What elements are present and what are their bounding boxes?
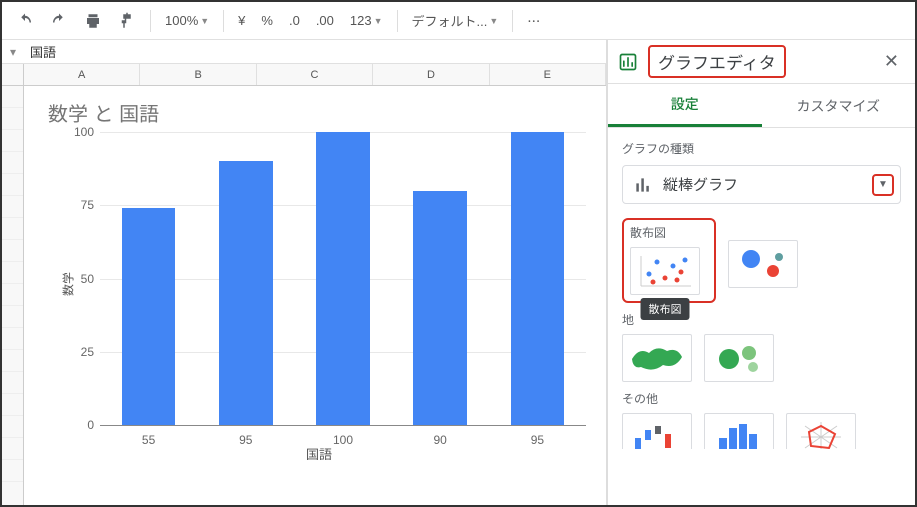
bar[interactable] bbox=[413, 191, 466, 425]
section-scatter-label: 散布図 bbox=[630, 224, 708, 241]
col-header-c[interactable]: C bbox=[257, 64, 373, 85]
y-tick-label: 0 bbox=[60, 418, 94, 432]
row-number[interactable] bbox=[2, 240, 23, 262]
col-header-a[interactable]: A bbox=[24, 64, 140, 85]
column-chart-icon bbox=[633, 175, 653, 195]
row-number[interactable] bbox=[2, 196, 23, 218]
row-number[interactable] bbox=[2, 218, 23, 240]
col-header-d[interactable]: D bbox=[373, 64, 489, 85]
row-number[interactable] bbox=[2, 460, 23, 482]
paint-format-button[interactable] bbox=[112, 8, 142, 34]
separator bbox=[223, 10, 224, 32]
currency-button[interactable]: ¥ bbox=[232, 9, 251, 32]
scatter-tooltip: 散布図 bbox=[641, 298, 690, 320]
toolbar: 100%▼ ¥ % .0 .00 123▼ デフォルト...▼ ⋯ bbox=[2, 2, 915, 40]
x-tick-label: 55 bbox=[142, 433, 155, 447]
panel-title: グラフエディタ bbox=[648, 45, 786, 78]
zoom-dropdown[interactable]: 100%▼ bbox=[159, 9, 215, 32]
font-label: デフォルト... bbox=[412, 11, 488, 30]
gridline bbox=[100, 425, 586, 426]
row-number[interactable] bbox=[2, 130, 23, 152]
row-numbers bbox=[2, 86, 24, 505]
row-number[interactable] bbox=[2, 86, 23, 108]
x-tick-label: 90 bbox=[434, 433, 447, 447]
row-number[interactable] bbox=[2, 262, 23, 284]
row-number[interactable] bbox=[2, 152, 23, 174]
more-button[interactable]: ⋯ bbox=[521, 7, 546, 34]
formula-bar: ▾ 国語 bbox=[2, 40, 606, 64]
chart-thumb-geo[interactable] bbox=[622, 334, 692, 382]
chart-type-label: グラフの種類 bbox=[622, 140, 901, 157]
chart-thumb-waterfall[interactable] bbox=[622, 413, 692, 449]
font-dropdown[interactable]: デフォルト...▼ bbox=[406, 7, 505, 34]
chart-thumb-histogram[interactable] bbox=[704, 413, 774, 449]
x-tick-label: 100 bbox=[333, 433, 353, 447]
close-button[interactable]: ✕ bbox=[878, 47, 905, 76]
num-fmt-label: 123 bbox=[350, 13, 372, 28]
tab-customize[interactable]: カスタマイズ bbox=[762, 84, 916, 127]
col-header-b[interactable]: B bbox=[140, 64, 256, 85]
separator bbox=[150, 10, 151, 32]
chevron-down-icon[interactable]: ▼ bbox=[872, 174, 894, 196]
y-tick-label: 50 bbox=[60, 272, 94, 286]
bar[interactable] bbox=[316, 132, 369, 425]
redo-button[interactable] bbox=[44, 8, 74, 34]
row-number[interactable] bbox=[2, 416, 23, 438]
row-number[interactable] bbox=[2, 306, 23, 328]
decrease-decimal-button[interactable]: .0 bbox=[283, 9, 306, 32]
row-number[interactable] bbox=[2, 394, 23, 416]
zoom-label: 100% bbox=[165, 13, 198, 28]
scatter-group-highlight: 散布図 散布図 bbox=[622, 218, 716, 303]
tab-setup[interactable]: 設定 bbox=[608, 84, 762, 127]
row-number[interactable] bbox=[2, 372, 23, 394]
increase-decimal-button[interactable]: .00 bbox=[310, 9, 340, 32]
formula-toggle[interactable]: ▾ bbox=[2, 45, 24, 59]
x-tick-label: 95 bbox=[531, 433, 544, 447]
undo-button[interactable] bbox=[10, 8, 40, 34]
chart-title: 数学 と 国語 bbox=[48, 98, 598, 127]
chart-editor-panel: グラフエディタ ✕ 設定 カスタマイズ グラフの種類 縦棒グラフ ▼ 散布図 bbox=[607, 40, 915, 505]
corner-cell[interactable] bbox=[2, 64, 24, 85]
bar[interactable] bbox=[511, 132, 564, 425]
chart-type-dropdown[interactable]: 縦棒グラフ ▼ bbox=[622, 165, 901, 204]
bar[interactable] bbox=[122, 208, 175, 425]
y-tick-label: 75 bbox=[60, 198, 94, 212]
bar[interactable] bbox=[219, 161, 272, 425]
print-button[interactable] bbox=[78, 8, 108, 34]
chart-thumb-geo-markers[interactable] bbox=[704, 334, 774, 382]
chart-type-value: 縦棒グラフ bbox=[663, 174, 738, 195]
col-header-e[interactable]: E bbox=[490, 64, 606, 85]
column-headers: A B C D E bbox=[2, 64, 606, 86]
section-other-label: その他 bbox=[622, 390, 901, 407]
formula-value[interactable]: 国語 bbox=[24, 42, 606, 61]
row-number[interactable] bbox=[2, 174, 23, 196]
x-axis-label: 国語 bbox=[306, 444, 332, 463]
row-number[interactable] bbox=[2, 284, 23, 306]
sheet-area: ▾ 国語 A B C D E 数学 と 国語 数学 02550751005595… bbox=[2, 40, 607, 505]
chart-container[interactable]: 数学 と 国語 数学 025507510055951009095 国語 bbox=[24, 86, 606, 505]
x-tick-label: 95 bbox=[239, 433, 252, 447]
plot-area: 025507510055951009095 bbox=[100, 132, 586, 425]
row-number[interactable] bbox=[2, 438, 23, 460]
chart-thumb-bubble[interactable] bbox=[728, 240, 798, 288]
separator bbox=[397, 10, 398, 32]
row-number[interactable] bbox=[2, 328, 23, 350]
panel-tabs: 設定 カスタマイズ bbox=[608, 84, 915, 128]
row-number[interactable] bbox=[2, 350, 23, 372]
row-number[interactable] bbox=[2, 108, 23, 130]
chart-thumb-scatter[interactable]: 散布図 bbox=[630, 247, 700, 295]
chart-thumb-radar[interactable] bbox=[786, 413, 856, 449]
y-tick-label: 25 bbox=[60, 345, 94, 359]
separator bbox=[512, 10, 513, 32]
number-format-dropdown[interactable]: 123▼ bbox=[344, 9, 389, 32]
y-tick-label: 100 bbox=[60, 125, 94, 139]
percent-button[interactable]: % bbox=[255, 9, 279, 32]
chart-editor-icon bbox=[618, 52, 638, 72]
